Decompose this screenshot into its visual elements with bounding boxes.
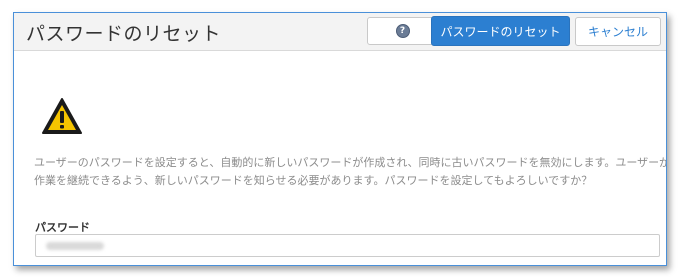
question-circle-icon: ? — [395, 24, 410, 38]
password-label: パスワード — [35, 221, 90, 234]
warning-message-line-2: 作業を継続できるよう、新しいパスワードを知らせる必要があります。パスワードを設定… — [34, 174, 593, 187]
password-value-obscured — [46, 242, 104, 250]
warning-message-line-1: ユーザーのパスワードを設定すると、自動的に新しいパスワードが作成され、同時に古い… — [34, 156, 667, 169]
reset-password-dialog: パスワードのリセット ? パスワードのリセット キャンセル ユーザーのパスワード… — [13, 12, 667, 266]
dialog-header: パスワードのリセット ? パスワードのリセット キャンセル — [14, 13, 666, 51]
password-input[interactable] — [35, 234, 660, 257]
reset-password-button[interactable]: パスワードのリセット — [431, 16, 570, 46]
dialog-title: パスワードのリセット — [26, 23, 222, 45]
warning-triangle-icon — [42, 98, 82, 134]
warning-message: ユーザーのパスワードを設定すると、自動的に新しいパスワードが作成され、同時に古い… — [34, 154, 667, 190]
cancel-button[interactable]: キャンセル — [575, 17, 661, 46]
help-button[interactable]: ? — [367, 17, 438, 45]
